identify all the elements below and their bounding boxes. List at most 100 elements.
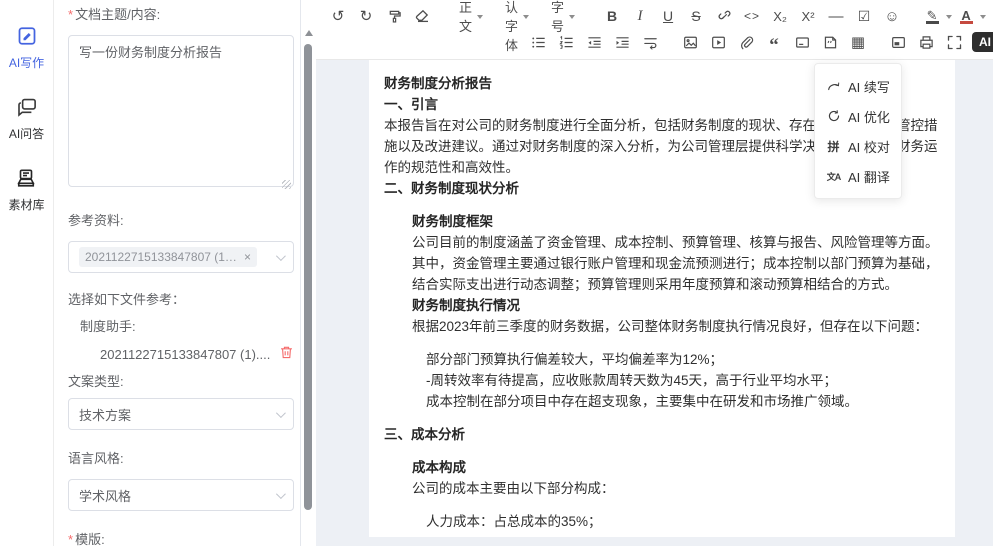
doc-issue-item[interactable]: 成本控制在部分项目中存在超支现象，主要集中在研发和市场推广领域。: [426, 391, 940, 412]
todo-checkbox-button[interactable]: ☑: [853, 5, 875, 27]
undo-button[interactable]: ↺: [327, 5, 349, 27]
chevron-down-icon: [276, 408, 286, 418]
reference-select[interactable]: 2021122715133847807 (1).... ×: [68, 241, 294, 273]
ai-dropdown-menu: AI 续写 AI 优化 拼 AI 校对 文A AI 翻译: [814, 63, 902, 199]
attachment-button[interactable]: [735, 31, 757, 53]
required-mark: *: [68, 532, 73, 546]
material-library-icon: [16, 168, 36, 193]
menu-item-label: AI 校对: [848, 137, 890, 156]
font-color-button[interactable]: A: [955, 5, 977, 27]
doc-type-label: 文案类型:: [68, 371, 294, 390]
font-size-dropdown[interactable]: 字号: [544, 5, 582, 27]
menu-item-label: AI 续写: [848, 77, 890, 96]
nav-item-ai-qa[interactable]: AI问答: [9, 97, 44, 142]
textarea-resize-handle[interactable]: [282, 180, 291, 189]
bold-button[interactable]: B: [601, 5, 623, 27]
doc-paragraph-cost[interactable]: 公司的成本主要由以下部分构成：: [412, 478, 940, 499]
page-snippet-button[interactable]: [819, 31, 841, 53]
card-panel-button[interactable]: [887, 31, 909, 53]
ai-optimize-icon: [826, 109, 841, 123]
inline-code-button[interactable]: <>: [741, 5, 763, 27]
ai-proofread-icon: 拼: [826, 138, 841, 155]
horizontal-rule-button[interactable]: —: [825, 5, 847, 27]
chevron-down-icon: [276, 489, 286, 499]
font-family-dropdown[interactable]: 默认字体: [498, 5, 536, 27]
nav-rail: AI写作 AI问答 素材库: [0, 0, 54, 546]
scrollbar-thumb[interactable]: [304, 44, 312, 510]
doc-cost-item[interactable]: 人力成本：占总成本的35%；: [426, 511, 940, 532]
reference-file-name: 2021122715133847807 (1)....: [100, 347, 279, 362]
bullet-list-button[interactable]: [527, 31, 549, 53]
doc-heading-cost-structure[interactable]: 成本构成: [412, 457, 940, 478]
caret-down-icon[interactable]: [980, 15, 986, 22]
panel-scrollbar: [301, 0, 316, 546]
nav-item-label: 素材库: [8, 196, 44, 213]
caret-down-icon: [523, 15, 529, 22]
menu-item-ai-proofread[interactable]: 拼 AI 校对: [815, 131, 901, 161]
nav-item-material-library[interactable]: 素材库: [8, 168, 44, 213]
print-button[interactable]: [915, 31, 937, 53]
nav-item-label: AI问答: [9, 125, 44, 142]
underline-button[interactable]: U: [657, 5, 679, 27]
emoji-button[interactable]: ☺: [881, 5, 903, 27]
doc-type-select[interactable]: 技术方案: [68, 398, 294, 430]
chevron-down-icon: [276, 251, 286, 261]
toolbar-row-2: “ ▦: [524, 29, 987, 55]
fullscreen-button[interactable]: [943, 31, 965, 53]
highlight-color-button[interactable]: ✎: [921, 5, 943, 27]
link-button[interactable]: [713, 5, 735, 27]
tag-close-icon[interactable]: ×: [244, 250, 251, 264]
paragraph-style-dropdown[interactable]: 正文: [452, 5, 490, 27]
topic-input[interactable]: 写一份财务制度分析报告: [68, 35, 294, 187]
strikethrough-button[interactable]: S: [685, 5, 707, 27]
required-mark: *: [68, 7, 73, 22]
doc-heading-framework[interactable]: 财务制度框架: [412, 211, 940, 232]
doc-type-value: 技术方案: [79, 405, 276, 424]
doc-paragraph-execution[interactable]: 根据2023年前三季度的财务数据，公司整体财务制度执行情况良好，但存在以下问题：: [412, 316, 940, 337]
doc-issue-item[interactable]: 部分部门预算执行偏差较大，平均偏差率为12%；: [426, 349, 940, 370]
reference-tag: 2021122715133847807 (1).... ×: [79, 247, 257, 267]
insert-video-button[interactable]: [707, 31, 729, 53]
doc-paragraph-framework[interactable]: 公司目前的制度涵盖了资金管理、成本控制、预算管理、核算与报告、风险管理等方面。其…: [412, 232, 940, 295]
menu-item-label: AI 优化: [848, 107, 890, 126]
subscript-button[interactable]: X₂: [769, 5, 791, 27]
menu-item-ai-optimize[interactable]: AI 优化: [815, 101, 901, 131]
ai-writing-icon: [17, 26, 37, 51]
nav-item-label: AI写作: [9, 54, 44, 71]
insert-image-button[interactable]: [679, 31, 701, 53]
caret-down-icon: [569, 15, 575, 22]
indent-button[interactable]: [611, 31, 633, 53]
reference-file-row: 2021122715133847807 (1)....: [68, 345, 294, 363]
redo-button[interactable]: ↻: [355, 5, 377, 27]
file-section-label: 选择如下文件参考：: [68, 289, 294, 308]
nav-item-ai-writing[interactable]: AI写作: [9, 26, 44, 71]
italic-button[interactable]: I: [629, 5, 651, 27]
writing-form-panel: *文档主题/内容: 写一份财务制度分析报告 参考资料: 202112271513…: [54, 0, 301, 546]
blockquote-button[interactable]: “: [763, 31, 785, 53]
outdent-button[interactable]: [583, 31, 605, 53]
line-wrap-button[interactable]: [639, 31, 661, 53]
caret-down-icon[interactable]: [946, 15, 952, 22]
ordered-list-button[interactable]: [555, 31, 577, 53]
menu-item-ai-translate[interactable]: 文A AI 翻译: [815, 161, 901, 191]
menu-item-ai-continue[interactable]: AI 续写: [815, 71, 901, 101]
superscript-button[interactable]: X²: [797, 5, 819, 27]
ai-menu-button[interactable]: AI: [972, 32, 993, 52]
doc-issue-item[interactable]: -周转效率有待提高，应收账款周转天数为45天，高于行业平均水平；: [426, 370, 940, 391]
caret-down-icon: [477, 15, 483, 22]
clear-format-eraser-button[interactable]: [411, 5, 433, 27]
menu-item-label: AI 翻译: [848, 167, 890, 186]
format-painter-button[interactable]: [383, 5, 405, 27]
doc-heading-execution[interactable]: 财务制度执行情况: [412, 295, 940, 316]
delete-file-icon[interactable]: [279, 345, 294, 363]
insert-table-button[interactable]: ▦: [847, 31, 869, 53]
code-block-button[interactable]: [791, 31, 813, 53]
ai-qa-icon: [17, 97, 37, 122]
style-select[interactable]: 学术风格: [68, 479, 294, 511]
reference-tag-text: 2021122715133847807 (1)....: [85, 250, 238, 264]
ai-translate-icon: 文A: [826, 170, 841, 183]
assistant-label: 制度助手:: [68, 316, 294, 335]
style-value: 学术风格: [79, 486, 276, 505]
scroll-up-icon[interactable]: [305, 30, 313, 36]
doc-heading-cost[interactable]: 三、成本分析: [384, 424, 940, 445]
